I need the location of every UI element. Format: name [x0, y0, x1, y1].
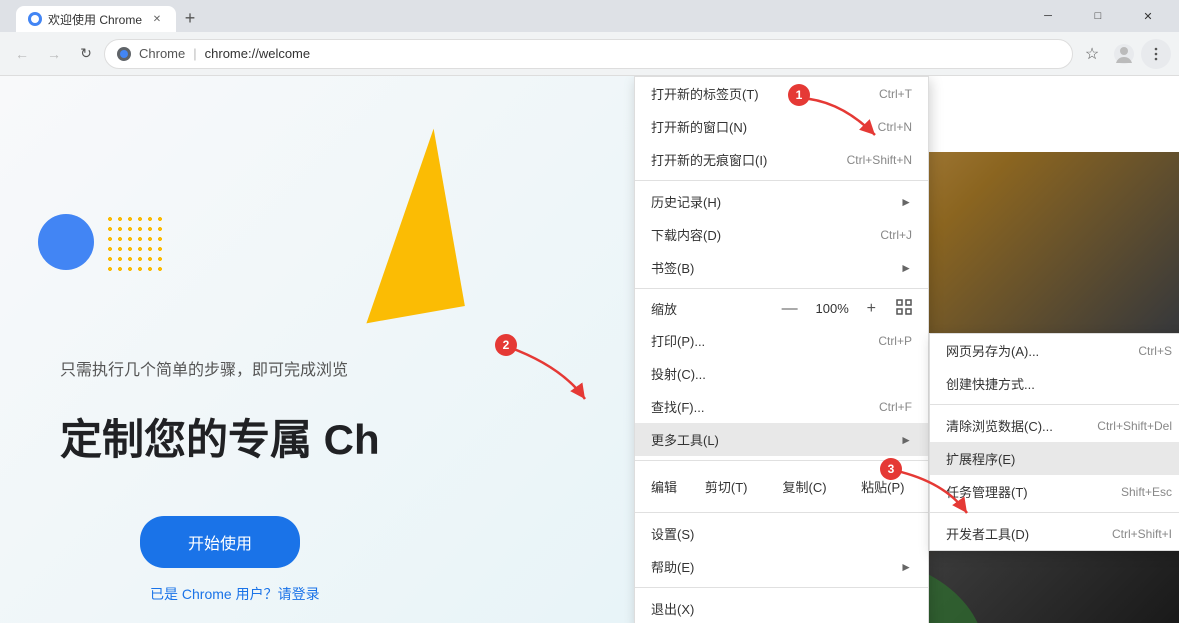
menu-cut-button[interactable]: 剪切(T): [689, 471, 763, 502]
menu-history-label: 历史记录(H): [651, 192, 721, 211]
forward-button[interactable]: →: [40, 40, 68, 68]
menu-history-arrow: ►: [900, 195, 912, 209]
submenu-task-manager-shortcut: Shift+Esc: [1121, 485, 1172, 499]
menu-new-tab-label: 打开新的标签页(T): [651, 84, 759, 103]
omnibox-url: chrome://welcome: [205, 46, 310, 61]
zoom-out-button[interactable]: —: [782, 300, 798, 318]
menu-bookmarks-label: 书签(B): [651, 258, 694, 277]
submenu-divider-1: [930, 404, 1179, 405]
menu-help[interactable]: 帮助(E) ►: [635, 550, 928, 583]
menu-more-tools-arrow: ►: [900, 433, 912, 447]
site-info-icon: [117, 47, 131, 61]
menu-new-window-label: 打开新的窗口(N): [651, 117, 747, 136]
address-bar: ← → ↻ Chrome | chrome://welcome ☆: [0, 32, 1179, 76]
divider-2: [635, 288, 928, 289]
omnibox-separator: |: [193, 46, 196, 61]
active-tab[interactable]: 欢迎使用 Chrome ✕: [16, 6, 176, 32]
main-context-menu: 打开新的标签页(T) Ctrl+T 打开新的窗口(N) Ctrl+N 打开新的无…: [634, 76, 929, 623]
menu-help-arrow: ►: [900, 560, 912, 574]
submenu-clear-data-shortcut: Ctrl+Shift+Del: [1097, 419, 1172, 433]
page-subtitle: 只需执行几个简单的步骤，即可完成浏览: [60, 356, 348, 380]
menu-more-tools[interactable]: 更多工具(L) ►: [635, 423, 928, 456]
zoom-in-button[interactable]: +: [867, 300, 876, 318]
tab-favicon: [28, 12, 42, 26]
omnibox-chrome-label: Chrome: [139, 46, 185, 61]
menu-downloads-label: 下载内容(D): [651, 225, 721, 244]
menu-edit-label: 编辑: [643, 477, 685, 496]
window-controls: ─ □ ✕: [1025, 0, 1171, 32]
tab-title: 欢迎使用 Chrome: [48, 11, 142, 28]
menu-bookmarks[interactable]: 书签(B) ►: [635, 251, 928, 284]
tab-close-button[interactable]: ✕: [150, 12, 164, 26]
menu-incognito-shortcut: Ctrl+Shift+N: [847, 153, 912, 167]
menu-find-label: 查找(F)...: [651, 397, 704, 416]
annotation-badge-2: 2: [495, 334, 517, 356]
page-title: 定制您的专属 Ch: [60, 406, 380, 467]
omnibox[interactable]: Chrome | chrome://welcome: [104, 39, 1073, 69]
menu-incognito-label: 打开新的无痕窗口(I): [651, 150, 767, 169]
menu-exit-label: 退出(X): [651, 599, 694, 618]
annotation-badge-1: 1: [788, 84, 810, 106]
zoom-fullscreen-button[interactable]: [896, 299, 912, 318]
refresh-button[interactable]: ↻: [72, 40, 100, 68]
submenu-save-page-label: 网页另存为(A)...: [946, 341, 1039, 360]
menu-history[interactable]: 历史记录(H) ►: [635, 185, 928, 218]
submenu-create-shortcut-label: 创建快捷方式...: [946, 374, 1035, 393]
close-button[interactable]: ✕: [1125, 0, 1171, 32]
zoom-value: 100%: [810, 301, 855, 316]
menu-help-label: 帮助(E): [651, 557, 694, 576]
menu-zoom-row: 缩放 — 100% +: [635, 293, 928, 324]
annotation-badge-3: 3: [880, 458, 902, 480]
deco-blue-circle: [38, 214, 94, 270]
menu-find-shortcut: Ctrl+F: [879, 400, 912, 414]
submenu-clear-data-label: 清除浏览数据(C)...: [946, 416, 1053, 435]
menu-bookmarks-arrow: ►: [900, 261, 912, 275]
deco-yellow-dots: [105, 214, 165, 274]
menu-zoom-label: 缩放: [651, 299, 770, 318]
minimize-button[interactable]: ─: [1025, 0, 1071, 32]
menu-print-label: 打印(P)...: [651, 331, 705, 350]
chrome-menu-button[interactable]: [1141, 39, 1171, 69]
deco-yellow-triangle: [335, 129, 465, 324]
submenu-devtools-shortcut: Ctrl+Shift+I: [1112, 527, 1172, 541]
menu-downloads-shortcut: Ctrl+J: [880, 228, 912, 242]
menu-print[interactable]: 打印(P)... Ctrl+P: [635, 324, 928, 357]
divider-1: [635, 180, 928, 181]
menu-copy-button[interactable]: 复制(C): [767, 471, 841, 502]
menu-find[interactable]: 查找(F)... Ctrl+F: [635, 390, 928, 423]
divider-5: [635, 587, 928, 588]
submenu-create-shortcut[interactable]: 创建快捷方式...: [930, 367, 1179, 400]
new-tab-button[interactable]: +: [176, 4, 204, 32]
menu-settings-label: 设置(S): [651, 524, 694, 543]
page-area: 只需执行几个简单的步骤，即可完成浏览 定制您的专属 Ch 开始使用 已是 Chr…: [0, 76, 1179, 623]
menu-more-tools-label: 更多工具(L): [651, 430, 719, 449]
maximize-button[interactable]: □: [1075, 0, 1121, 32]
address-actions: ☆: [1077, 39, 1171, 69]
bookmark-button[interactable]: ☆: [1077, 39, 1107, 69]
tab-bar: 欢迎使用 Chrome ✕ +: [8, 0, 204, 32]
profile-button[interactable]: [1109, 39, 1139, 69]
submenu-save-page[interactable]: 网页另存为(A)... Ctrl+S: [930, 334, 1179, 367]
menu-downloads[interactable]: 下载内容(D) Ctrl+J: [635, 218, 928, 251]
menu-print-shortcut: Ctrl+P: [878, 334, 912, 348]
start-button[interactable]: 开始使用: [140, 516, 300, 568]
login-link[interactable]: 已是 Chrome 用户？请登录: [150, 584, 320, 604]
browser-window: 欢迎使用 Chrome ✕ + ─ □ ✕ ← → ↻ Chrome | chr…: [0, 0, 1179, 623]
back-button[interactable]: ←: [8, 40, 36, 68]
submenu-clear-data[interactable]: 清除浏览数据(C)... Ctrl+Shift+Del: [930, 409, 1179, 442]
submenu-save-page-shortcut: Ctrl+S: [1138, 344, 1172, 358]
menu-cast-label: 投射(C)...: [651, 364, 706, 383]
menu-cast[interactable]: 投射(C)...: [635, 357, 928, 390]
menu-exit[interactable]: 退出(X): [635, 592, 928, 623]
title-bar: 欢迎使用 Chrome ✕ + ─ □ ✕: [0, 0, 1179, 32]
